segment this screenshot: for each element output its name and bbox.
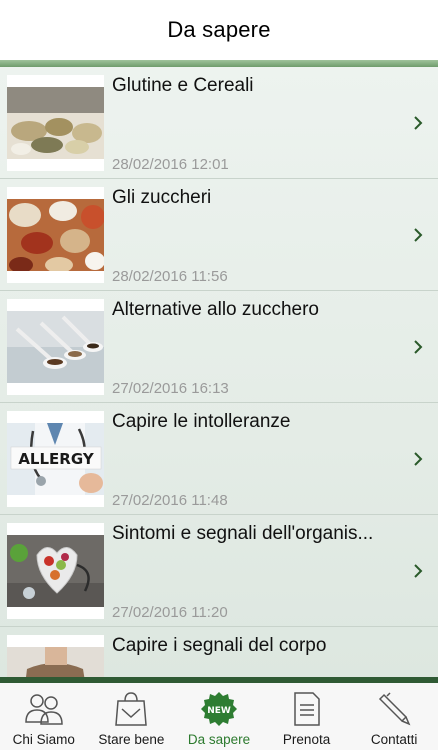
new-badge-icon: NEW: [199, 691, 239, 727]
article-date: 27/02/2016 16:13: [112, 380, 229, 397]
article-thumbnail: [7, 299, 104, 395]
tab-label: Prenota: [282, 732, 331, 747]
allergy-sign-text: ALLERGY: [18, 450, 95, 468]
list-item[interactable]: ALLERGY Capire le intolleranze 27/02/201…: [0, 403, 438, 515]
article-thumbnail: [7, 187, 104, 283]
heart-food-image: [7, 535, 104, 607]
allergy-doctor-image: ALLERGY: [7, 423, 104, 495]
pen-icon: [374, 691, 414, 727]
article-thumbnail: ALLERGY: [7, 411, 104, 507]
article-thumbnail: [7, 523, 104, 619]
list-item[interactable]: Capire i segnali del corpo: [0, 627, 438, 677]
article-title: Alternative allo zucchero: [112, 299, 319, 320]
article-thumbnail: [7, 75, 104, 171]
article-title: Gli zuccheri: [112, 187, 212, 208]
list-item[interactable]: Gli zuccheri 28/02/2016 11:56: [0, 179, 438, 291]
article-date: 28/02/2016 11:56: [112, 268, 228, 285]
person-image: [7, 647, 104, 677]
tab-label: Chi Siamo: [12, 732, 75, 747]
chevron-right-icon: [412, 564, 424, 578]
header-stripe: [0, 60, 438, 67]
sugars-image: [7, 199, 104, 271]
article-date: 27/02/2016 11:48: [112, 492, 228, 509]
chevron-right-icon: [412, 340, 424, 354]
grains-image: [7, 87, 104, 159]
tab-label: Da sapere: [187, 732, 251, 747]
list-item[interactable]: Alternative allo zucchero 27/02/2016 16:…: [0, 291, 438, 403]
page-title: Da sapere: [167, 17, 271, 42]
article-title: Capire i segnali del corpo: [112, 635, 327, 656]
spoons-image: [7, 311, 104, 383]
article-title: Glutine e Cereali: [112, 75, 254, 96]
list-item[interactable]: Glutine e Cereali 28/02/2016 12:01: [0, 67, 438, 179]
article-thumbnail: [7, 635, 104, 677]
article-title: Capire le intolleranze: [112, 411, 291, 432]
tab-prenota[interactable]: Prenota: [263, 683, 351, 750]
tab-contatti[interactable]: Contatti: [350, 683, 438, 750]
list-item[interactable]: Sintomi e segnali dell'organis... 27/02/…: [0, 515, 438, 627]
chevron-right-icon: [412, 452, 424, 466]
chevron-right-icon: [412, 228, 424, 242]
tab-label: Contatti: [370, 732, 418, 747]
tab-bar: Chi Siamo Stare bene NEW Da sapere Preno…: [0, 683, 438, 750]
tab-chi-siamo[interactable]: Chi Siamo: [0, 683, 88, 750]
people-icon: [24, 691, 64, 727]
new-badge-text: NEW: [207, 706, 231, 716]
article-title: Sintomi e segnali dell'organis...: [112, 523, 374, 544]
shopping-bag-icon: [111, 691, 151, 727]
article-date: 27/02/2016 11:20: [112, 604, 228, 621]
chevron-right-icon: [412, 116, 424, 130]
article-list[interactable]: Glutine e Cereali 28/02/2016 12:01 Gli z…: [0, 67, 438, 677]
nav-bar: Da sapere: [0, 0, 438, 60]
article-date: 28/02/2016 12:01: [112, 156, 229, 173]
tab-da-sapere[interactable]: NEW Da sapere: [175, 683, 263, 750]
document-icon: [287, 691, 327, 727]
tab-stare-bene[interactable]: Stare bene: [88, 683, 176, 750]
tab-label: Stare bene: [98, 732, 165, 747]
